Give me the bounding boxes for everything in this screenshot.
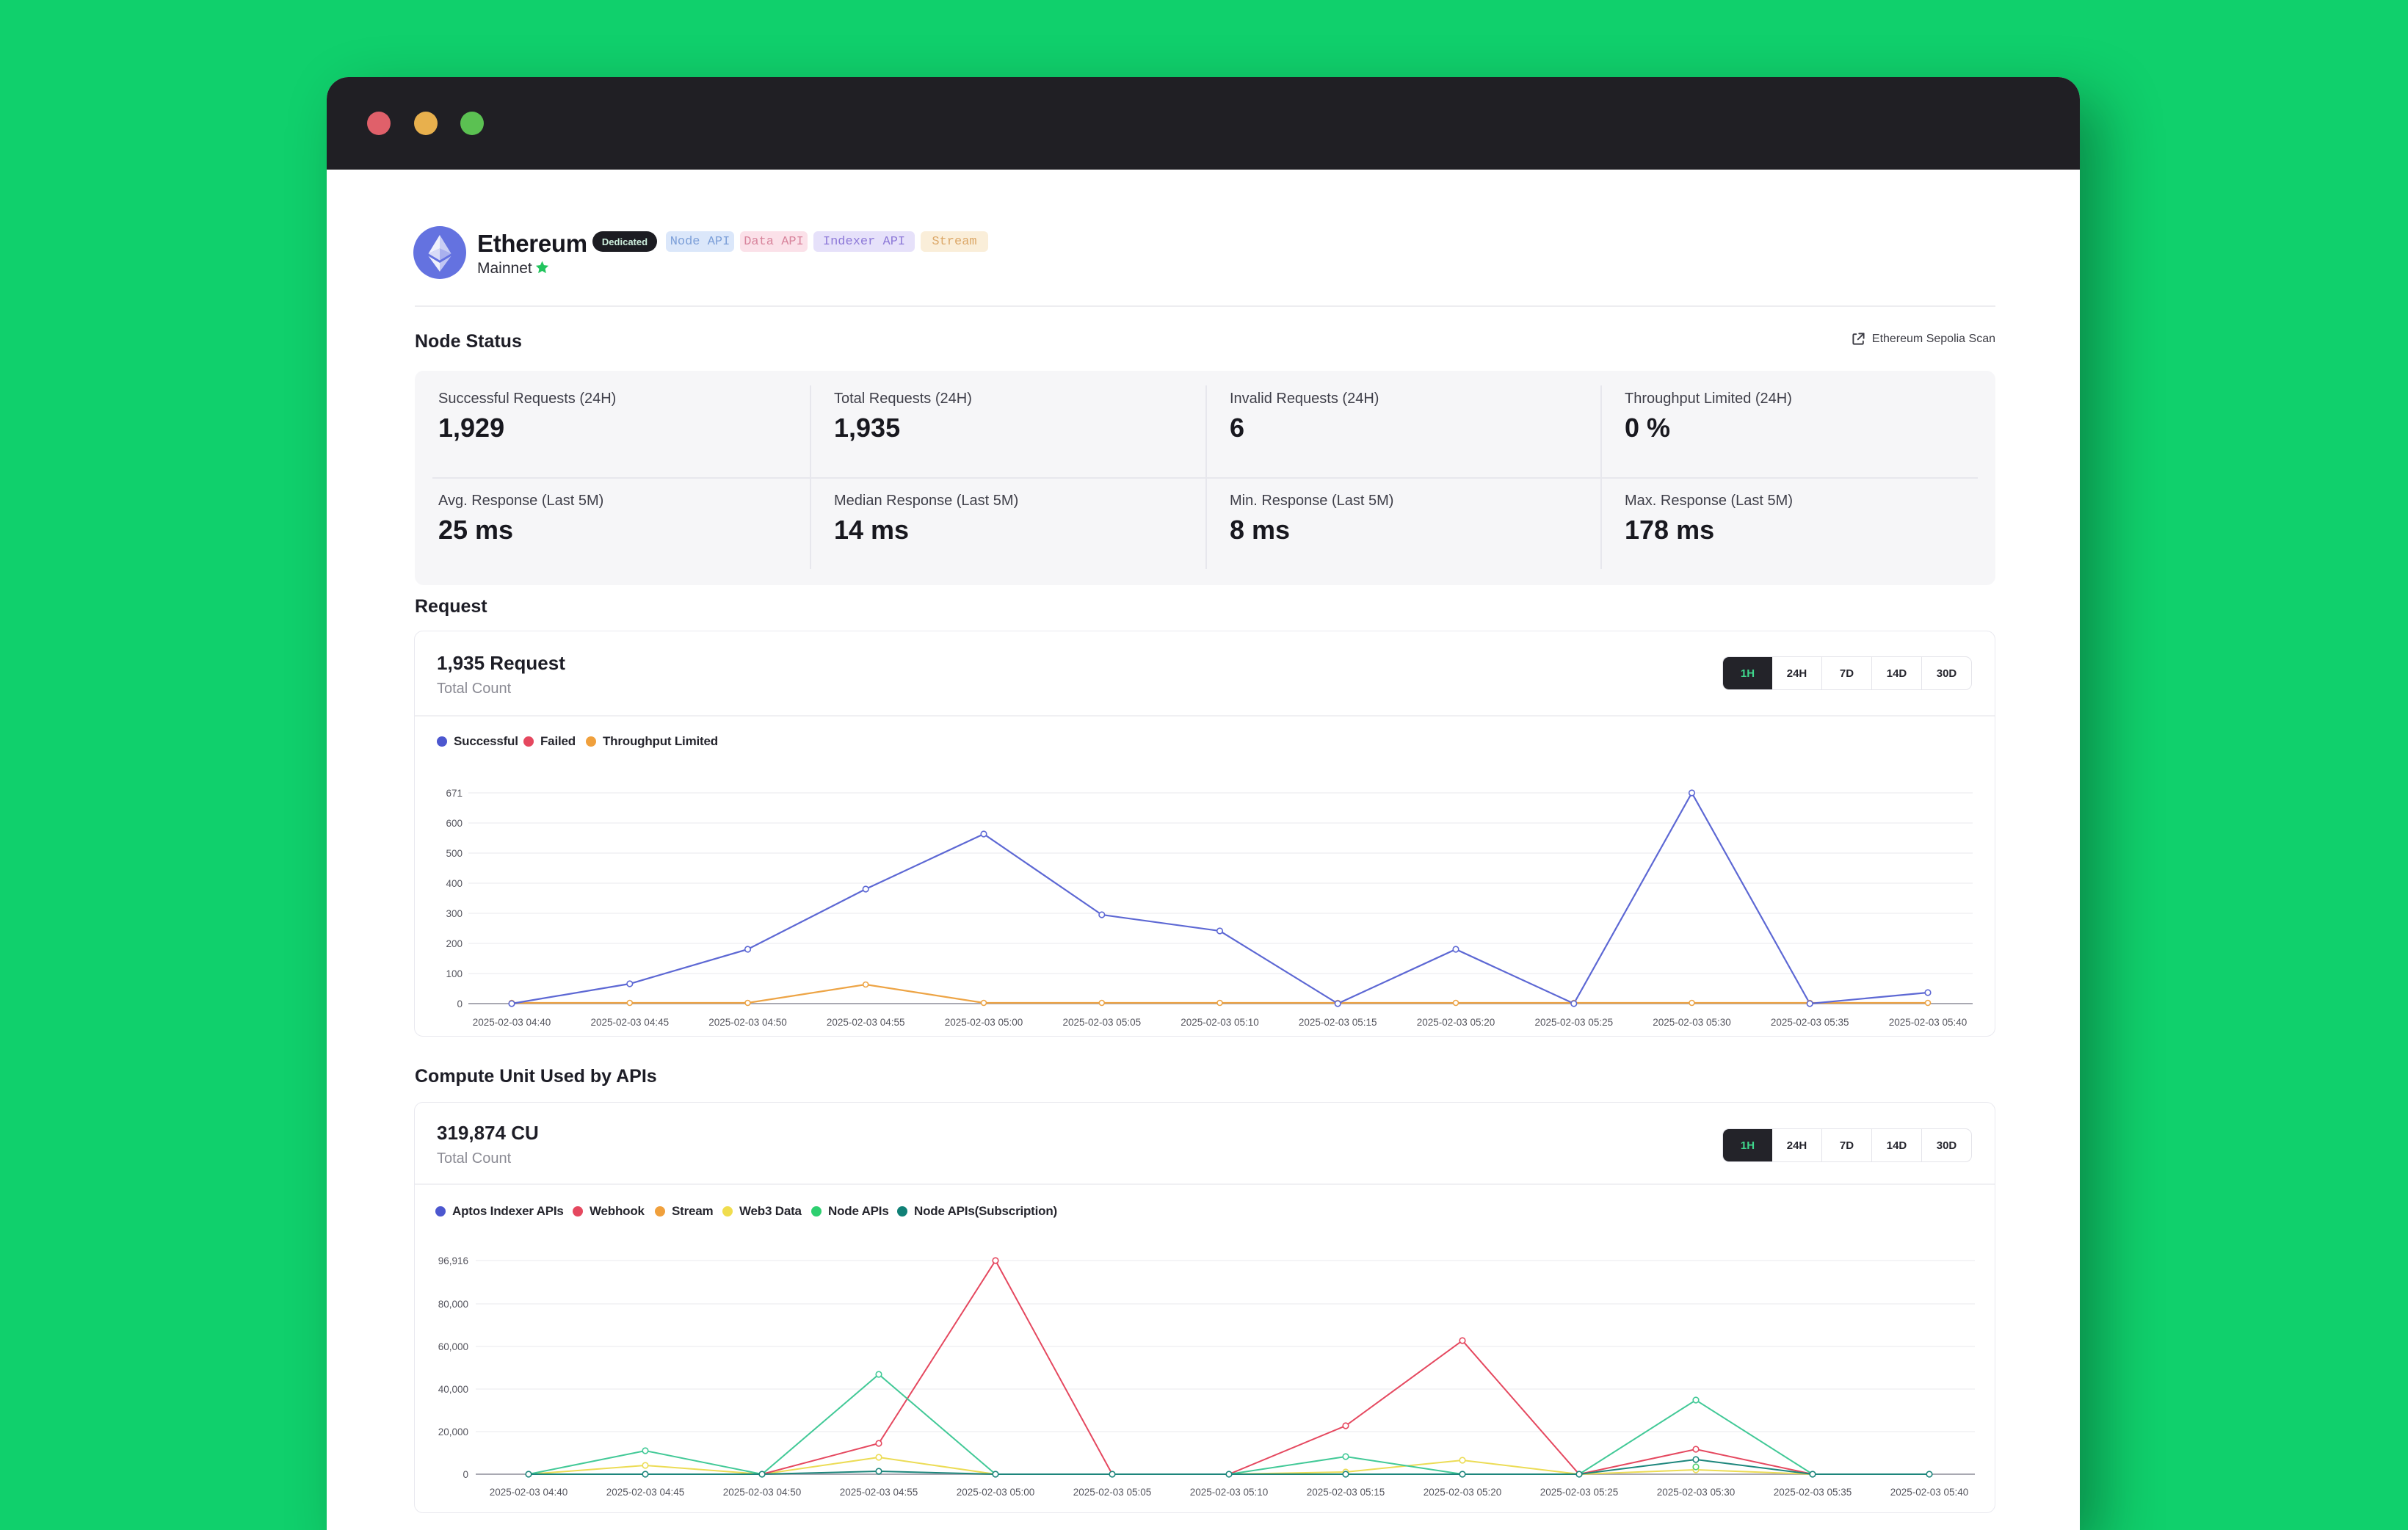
svg-text:2025-02-03 05:30: 2025-02-03 05:30 bbox=[1653, 1017, 1731, 1028]
svg-text:2025-02-03 05:05: 2025-02-03 05:05 bbox=[1063, 1017, 1142, 1028]
svg-text:2025-02-03 04:45: 2025-02-03 04:45 bbox=[591, 1017, 670, 1028]
svg-text:2025-02-03 04:45: 2025-02-03 04:45 bbox=[606, 1487, 685, 1498]
svg-text:2025-02-03 05:25: 2025-02-03 05:25 bbox=[1540, 1487, 1619, 1498]
svg-text:2025-02-03 04:50: 2025-02-03 04:50 bbox=[723, 1487, 802, 1498]
svg-text:0: 0 bbox=[457, 998, 463, 1009]
svg-text:2025-02-03 05:15: 2025-02-03 05:15 bbox=[1299, 1017, 1377, 1028]
svg-text:2025-02-03 05:35: 2025-02-03 05:35 bbox=[1771, 1017, 1849, 1028]
svg-text:2025-02-03 05:40: 2025-02-03 05:40 bbox=[1890, 1487, 1969, 1498]
svg-text:100: 100 bbox=[446, 968, 463, 979]
svg-text:20,000: 20,000 bbox=[438, 1426, 468, 1437]
svg-text:2025-02-03 05:10: 2025-02-03 05:10 bbox=[1181, 1017, 1259, 1028]
svg-text:2025-02-03 04:40: 2025-02-03 04:40 bbox=[490, 1487, 568, 1498]
svg-text:2025-02-03 05:20: 2025-02-03 05:20 bbox=[1417, 1017, 1495, 1028]
svg-text:600: 600 bbox=[446, 818, 463, 829]
svg-text:2025-02-03 05:40: 2025-02-03 05:40 bbox=[1889, 1017, 1968, 1028]
svg-text:400: 400 bbox=[446, 878, 463, 889]
svg-text:2025-02-03 05:05: 2025-02-03 05:05 bbox=[1073, 1487, 1152, 1498]
svg-text:200: 200 bbox=[446, 938, 463, 949]
svg-text:2025-02-03 05:30: 2025-02-03 05:30 bbox=[1657, 1487, 1736, 1498]
svg-text:2025-02-03 05:15: 2025-02-03 05:15 bbox=[1307, 1487, 1385, 1498]
svg-text:40,000: 40,000 bbox=[438, 1384, 468, 1395]
svg-text:2025-02-03 04:55: 2025-02-03 04:55 bbox=[827, 1017, 905, 1028]
svg-text:2025-02-03 05:20: 2025-02-03 05:20 bbox=[1424, 1487, 1502, 1498]
svg-text:2025-02-03 04:40: 2025-02-03 04:40 bbox=[473, 1017, 551, 1028]
svg-text:500: 500 bbox=[446, 848, 463, 859]
svg-text:60,000: 60,000 bbox=[438, 1341, 468, 1352]
svg-text:2025-02-03 05:25: 2025-02-03 05:25 bbox=[1535, 1017, 1614, 1028]
svg-text:2025-02-03 05:00: 2025-02-03 05:00 bbox=[945, 1017, 1023, 1028]
svg-text:0: 0 bbox=[463, 1469, 468, 1480]
svg-text:300: 300 bbox=[446, 908, 463, 919]
svg-text:96,916: 96,916 bbox=[438, 1255, 468, 1266]
svg-text:2025-02-03 05:35: 2025-02-03 05:35 bbox=[1774, 1487, 1852, 1498]
svg-text:2025-02-03 04:55: 2025-02-03 04:55 bbox=[840, 1487, 918, 1498]
svg-text:671: 671 bbox=[446, 788, 463, 799]
svg-text:2025-02-03 05:00: 2025-02-03 05:00 bbox=[957, 1487, 1035, 1498]
svg-text:2025-02-03 05:10: 2025-02-03 05:10 bbox=[1190, 1487, 1269, 1498]
svg-text:2025-02-03 04:50: 2025-02-03 04:50 bbox=[708, 1017, 787, 1028]
svg-text:80,000: 80,000 bbox=[438, 1299, 468, 1310]
